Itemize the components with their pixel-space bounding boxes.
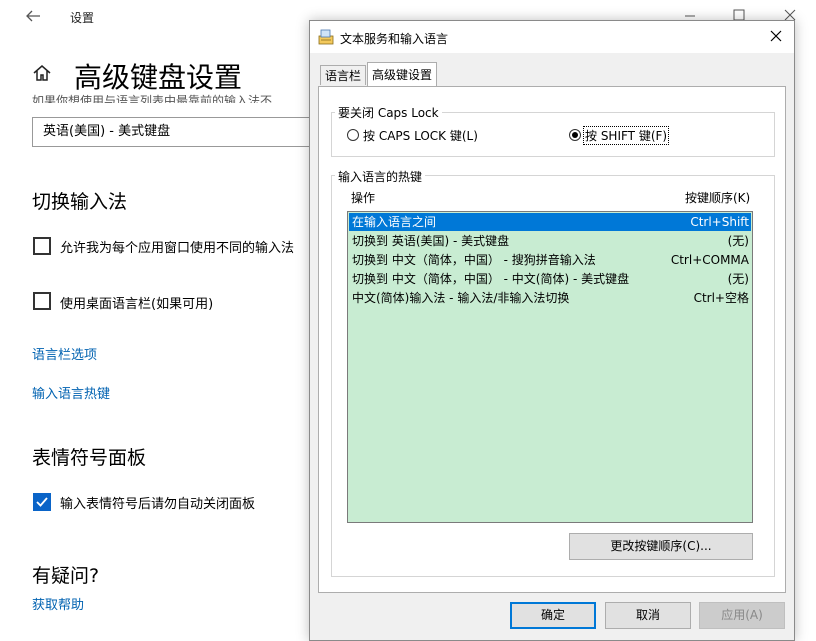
checkmark-icon <box>36 497 48 507</box>
section-question: 有疑问? <box>32 565 100 587</box>
list-item[interactable]: 切换到 中文（简体，中国） - 搜狗拼音输入法 Ctrl+COMMA <box>349 251 751 269</box>
hotkey-list[interactable]: 在输入语言之间 Ctrl+Shift 切换到 英语(美国) - 美式键盘 (无)… <box>347 211 753 523</box>
emoji-panel-checkbox[interactable] <box>33 493 51 511</box>
caps-lock-group-label: 要关闭 Caps Lock <box>335 104 442 121</box>
shift-radio[interactable] <box>569 129 581 141</box>
section-emoji-panel: 表情符号面板 <box>32 447 147 469</box>
input-hotkeys-link[interactable]: 输入语言热键 <box>32 383 110 402</box>
list-item[interactable]: 切换到 中文（简体，中国） - 中文(简体) - 美式键盘 (无) <box>349 270 751 288</box>
row-key: (无) <box>727 272 749 286</box>
per-app-input-checkbox[interactable] <box>33 237 51 255</box>
default-input-method-combo[interactable]: 英语(美国) - 美式键盘 <box>32 117 322 147</box>
text-services-dialog: 文本服务和输入语言 语言栏 高级键设置 要关闭 Caps Lock 按 CAPS… <box>309 20 795 641</box>
per-app-input-label: 允许我为每个应用窗口使用不同的输入法 <box>60 241 295 256</box>
row-action: 在输入语言之间 <box>352 215 437 229</box>
emoji-panel-label: 输入表情符号后请勿自动关闭面板 <box>60 497 256 512</box>
desktop-langbar-label: 使用桌面语言栏(如果可用) <box>60 297 214 312</box>
list-item[interactable]: 切换到 英语(美国) - 美式键盘 (无) <box>349 232 751 250</box>
dialog-titlebar[interactable]: 文本服务和输入语言 <box>310 21 794 53</box>
caps-lock-radio-label: 按 CAPS LOCK 键(L) <box>363 129 478 143</box>
dialog-title: 文本服务和输入语言 <box>340 32 449 46</box>
change-key-sequence-button[interactable]: 更改按键顺序(C)... <box>569 533 753 560</box>
caps-lock-radio[interactable] <box>347 129 359 141</box>
shift-radio-label: 按 SHIFT 键(F) <box>583 126 670 145</box>
list-item[interactable]: 中文(简体)输入法 - 输入法/非输入法切换 Ctrl+空格 <box>349 289 751 307</box>
settings-window-title: 设置 <box>70 11 95 25</box>
tab-advanced-key-settings[interactable]: 高级键设置 <box>367 62 438 86</box>
row-action: 中文(简体)输入法 - 输入法/非输入法切换 <box>352 291 570 305</box>
back-arrow-icon[interactable] <box>24 7 42 25</box>
desktop-langbar-checkbox[interactable] <box>33 292 51 310</box>
advanced-key-settings-panel: 要关闭 Caps Lock 按 CAPS LOCK 键(L) 按 SHIFT 键… <box>318 86 786 593</box>
tab-language-bar[interactable]: 语言栏 <box>320 65 367 85</box>
row-key: Ctrl+Shift <box>690 215 749 229</box>
row-action: 切换到 英语(美国) - 美式键盘 <box>352 234 510 248</box>
column-header-action[interactable]: 操作 <box>351 189 375 206</box>
ok-button[interactable]: 确定 <box>510 602 596 629</box>
keyboard-app-icon <box>318 29 334 45</box>
apply-button[interactable]: 应用(A) <box>699 602 785 629</box>
page-title: 高级键盘设置 <box>74 61 243 94</box>
hotkeys-group-label: 输入语言的热键 <box>335 168 426 185</box>
cancel-button[interactable]: 取消 <box>605 602 691 629</box>
dialog-close-icon[interactable] <box>768 28 784 44</box>
row-key: Ctrl+空格 <box>693 291 749 305</box>
langbar-options-link[interactable]: 语言栏选项 <box>32 344 97 363</box>
row-action: 切换到 中文（简体，中国） - 搜狗拼音输入法 <box>352 253 596 267</box>
row-key: Ctrl+COMMA <box>670 253 749 267</box>
column-header-key-sequence[interactable]: 按键顺序(K) <box>685 189 750 206</box>
row-key: (无) <box>727 234 749 248</box>
home-icon[interactable] <box>32 63 52 83</box>
list-item[interactable]: 在输入语言之间 Ctrl+Shift <box>349 213 751 231</box>
partial-description-text: 如果你想使用与语言列表中最靠前的输入法不 <box>32 94 273 103</box>
get-help-link[interactable]: 获取帮助 <box>32 594 84 613</box>
section-switch-input: 切换输入法 <box>32 191 128 213</box>
row-action: 切换到 中文（简体，中国） - 中文(简体) - 美式键盘 <box>352 272 630 286</box>
